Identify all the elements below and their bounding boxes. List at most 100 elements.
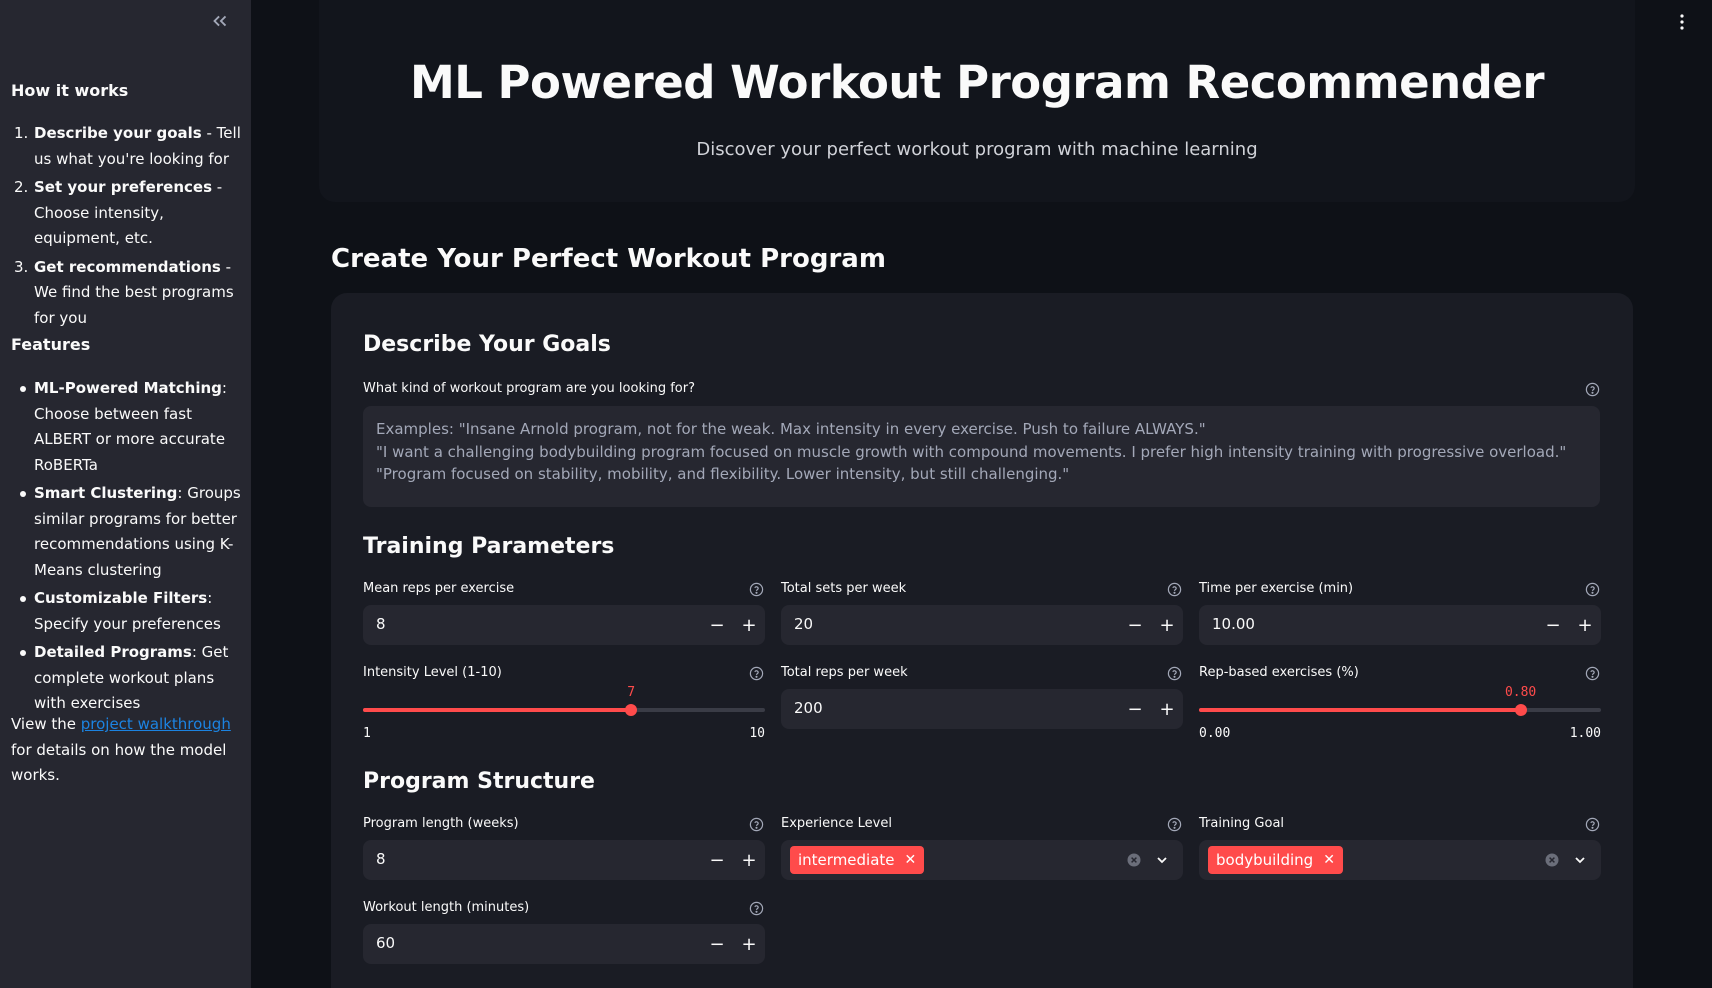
mean-reps-label: Mean reps per exercise xyxy=(363,581,515,596)
experience-label: Experience Level xyxy=(781,816,892,831)
help-icon[interactable] xyxy=(1585,382,1600,397)
list-item: ML-Powered Matching: Choose between fast… xyxy=(11,376,241,478)
remove-tag-icon[interactable]: ✕ xyxy=(1323,852,1335,868)
goals-heading: Describe Your Goals xyxy=(363,332,611,357)
list-item: Smart Clustering: Groups similar program… xyxy=(11,481,241,583)
help-icon[interactable] xyxy=(1167,817,1182,832)
list-item: 3. Get recommendations - We find the best… xyxy=(11,255,241,332)
page-title: ML Powered Workout Program Recommender xyxy=(409,56,1545,109)
total-sets-input[interactable]: 20 − + xyxy=(781,605,1183,645)
sidebar: How it works 1. Describe your goals - Tel… xyxy=(0,0,251,988)
slider-max: 10 xyxy=(749,726,765,741)
decrement-button[interactable]: − xyxy=(701,840,733,880)
step-number: 1. xyxy=(14,124,29,142)
tag-label: intermediate xyxy=(798,851,895,869)
step-title: Set your preferences xyxy=(34,178,213,196)
increment-button[interactable]: + xyxy=(1569,605,1601,645)
help-icon[interactable] xyxy=(1585,817,1600,832)
workout-length-input[interactable]: 60 − + xyxy=(363,924,765,964)
chevron-down-icon[interactable] xyxy=(1573,853,1587,867)
input-value: 20 xyxy=(794,615,814,633)
slider-fill xyxy=(1199,708,1521,712)
list-item: Customizable Filters: Specify your prefe… xyxy=(11,586,241,637)
footer-text: View the xyxy=(11,715,81,733)
goals-label: What kind of workout program are you loo… xyxy=(363,381,695,396)
time-per-exercise-input[interactable]: 10.00 − + xyxy=(1199,605,1601,645)
features-heading: Features xyxy=(11,335,91,354)
remove-tag-icon[interactable]: ✕ xyxy=(905,852,917,868)
selected-tag: intermediate ✕ xyxy=(790,846,925,874)
step-number: 3. xyxy=(14,257,29,276)
step-number: 2. xyxy=(14,178,29,196)
list-item: 1. Describe your goals - Tell us what you… xyxy=(11,121,241,172)
page-subtitle: Discover your perfect workout program wi… xyxy=(696,139,1258,160)
steps-list: 1. Describe your goals - Tell us what you… xyxy=(11,121,241,334)
slider-thumb[interactable] xyxy=(1514,704,1527,716)
goal-select[interactable]: bodybuilding ✕ xyxy=(1199,840,1601,880)
section-title: Create Your Perfect Workout Program xyxy=(331,244,886,274)
help-icon[interactable] xyxy=(749,582,764,597)
step-title: Get recommendations xyxy=(34,257,221,276)
step-title: Describe your goals xyxy=(34,124,202,142)
increment-button[interactable]: + xyxy=(1151,689,1183,729)
decrement-button[interactable]: − xyxy=(701,924,733,964)
slider-thumb[interactable] xyxy=(625,704,638,716)
project-walkthrough-link[interactable]: project walkthrough xyxy=(81,715,231,733)
list-item: 2. Set your preferences - Choose intensit… xyxy=(11,175,241,252)
total-sets-label: Total sets per week xyxy=(781,581,907,596)
sidebar-footer: View the project walkthrough for details… xyxy=(11,712,241,789)
total-reps-label: Total reps per week xyxy=(781,665,908,680)
features-list: ML-Powered Matching: Choose between fast… xyxy=(11,376,241,720)
how-it-works-heading: How it works xyxy=(11,81,129,100)
help-icon[interactable] xyxy=(749,666,764,681)
goal-label: Training Goal xyxy=(1199,816,1285,831)
program-length-label: Program length (weeks) xyxy=(363,816,519,831)
slider-value: 7 xyxy=(627,685,636,700)
goals-textarea[interactable]: Examples: "Insane Arnold program, not fo… xyxy=(363,406,1600,507)
clear-icon[interactable] xyxy=(1545,853,1559,867)
list-item: Detailed Programs: Get complete workout … xyxy=(11,640,241,717)
program-length-input[interactable]: 8 − + xyxy=(363,840,765,880)
header-card: ML Powered Workout Program Recommender D… xyxy=(319,0,1635,202)
rep-based-label: Rep-based exercises (%) xyxy=(1199,665,1359,680)
increment-button[interactable]: + xyxy=(733,840,765,880)
slider-max: 1.00 xyxy=(1569,726,1601,741)
chevron-down-icon[interactable] xyxy=(1155,853,1169,867)
input-value: 10.00 xyxy=(1212,615,1255,633)
feature-title: Smart Clustering xyxy=(34,484,178,502)
more-vertical-icon[interactable] xyxy=(1679,12,1685,32)
intensity-slider[interactable]: 7 1 10 xyxy=(363,685,765,745)
selected-tag: bodybuilding ✕ xyxy=(1208,846,1343,874)
decrement-button[interactable]: − xyxy=(1537,605,1569,645)
help-icon[interactable] xyxy=(1167,582,1182,597)
experience-select[interactable]: intermediate ✕ xyxy=(781,840,1183,880)
total-reps-input[interactable]: 200 − + xyxy=(781,689,1183,729)
slider-min: 1 xyxy=(363,726,371,741)
time-per-exercise-label: Time per exercise (min) xyxy=(1199,581,1354,596)
help-icon[interactable] xyxy=(749,901,764,916)
clear-icon[interactable] xyxy=(1127,853,1141,867)
feature-title: Detailed Programs xyxy=(34,643,192,661)
decrement-button[interactable]: − xyxy=(701,605,733,645)
intensity-label: Intensity Level (1-10) xyxy=(363,665,502,680)
slider-value: 0.80 xyxy=(1504,685,1537,700)
mean-reps-input[interactable]: 8 − + xyxy=(363,605,765,645)
increment-button[interactable]: + xyxy=(1151,605,1183,645)
input-value: 200 xyxy=(794,699,823,717)
increment-button[interactable]: + xyxy=(733,924,765,964)
help-icon[interactable] xyxy=(1585,666,1600,681)
workout-length-label: Workout length (minutes) xyxy=(363,900,530,915)
tag-label: bodybuilding xyxy=(1216,851,1314,869)
decrement-button[interactable]: − xyxy=(1119,605,1151,645)
feature-title: Customizable Filters xyxy=(34,589,208,607)
collapse-sidebar-icon[interactable] xyxy=(209,10,231,32)
slider-fill xyxy=(363,708,632,712)
input-value: 60 xyxy=(376,934,396,952)
help-icon[interactable] xyxy=(1167,666,1182,681)
decrement-button[interactable]: − xyxy=(1119,689,1151,729)
help-icon[interactable] xyxy=(749,817,764,832)
rep-based-slider[interactable]: 0.80 0.00 1.00 xyxy=(1199,685,1601,745)
structure-heading: Program Structure xyxy=(363,769,595,794)
increment-button[interactable]: + xyxy=(733,605,765,645)
help-icon[interactable] xyxy=(1585,582,1600,597)
